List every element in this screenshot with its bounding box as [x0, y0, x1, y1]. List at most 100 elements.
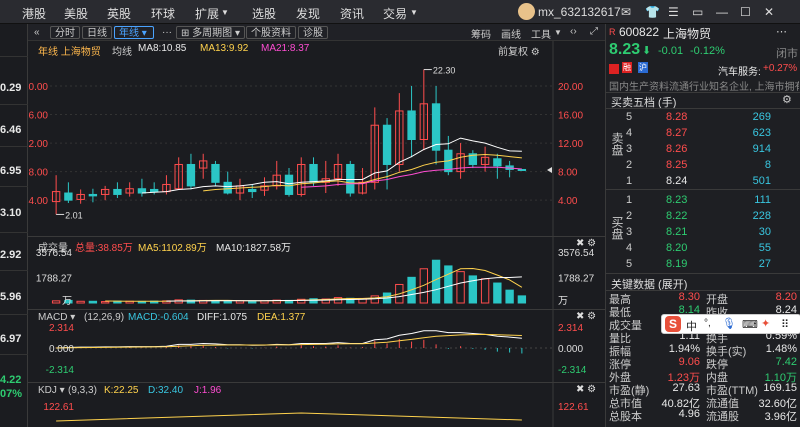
ime-lang[interactable]: 中	[686, 318, 697, 334]
nav-discover[interactable]: 发现	[296, 5, 320, 22]
menu-icon[interactable]: ☰	[668, 5, 679, 19]
diagnose-button[interactable]: 诊股	[298, 26, 328, 39]
mail-icon[interactable]: ✉	[621, 5, 631, 19]
ask-level: 3	[626, 143, 633, 155]
keydata-label: 流通股	[706, 411, 739, 423]
ask-row[interactable]: 1 8.24 501	[606, 173, 800, 189]
candle-body	[64, 192, 73, 201]
bid-price: 8.21	[666, 226, 688, 238]
price-tick-left: 20.00	[28, 82, 48, 93]
close-icon[interactable]: ✕	[764, 5, 774, 19]
candle-body	[150, 188, 159, 193]
bid-volume: 30	[758, 226, 771, 238]
watch-price[interactable]: 4.22	[0, 374, 28, 386]
macd-tick-left: 2.314	[49, 323, 74, 334]
bid-row[interactable]: 3 8.21 30	[606, 224, 800, 240]
ask-volume: 501	[752, 175, 771, 187]
vol-ma10-line	[166, 276, 522, 302]
draw-line-button[interactable]: 画线	[501, 26, 521, 41]
ask-price: 8.28	[666, 111, 688, 123]
minimize-icon[interactable]: —	[716, 5, 728, 19]
ask-price: 8.25	[666, 159, 688, 171]
tab-yearly[interactable]: 年线 ▾	[114, 26, 154, 39]
tab-intraday[interactable]: 分时	[50, 26, 80, 39]
tab-daily[interactable]: 日线	[82, 26, 112, 39]
watch-price[interactable]: 5.96	[0, 291, 28, 303]
ask-row[interactable]: 4 8.27 623	[606, 125, 800, 141]
r-badge: R	[609, 27, 616, 37]
ime-punct[interactable]: °,	[704, 318, 711, 329]
keydata-value: 1.48%	[765, 343, 797, 355]
ask-row[interactable]: 2 8.25 8	[606, 157, 800, 173]
chevron-down-icon[interactable]: ▼	[554, 28, 562, 37]
nav-global[interactable]: 环球	[151, 5, 175, 22]
more-icon[interactable]: ···	[158, 26, 176, 39]
shirt-icon[interactable]: 👕	[645, 5, 660, 19]
expand-icon[interactable]: ⤢	[590, 26, 598, 37]
candle-body	[309, 163, 318, 183]
candle-body	[517, 168, 527, 171]
username[interactable]: mx_632132617	[538, 5, 621, 19]
candle-body	[382, 124, 392, 165]
nav-uk[interactable]: 英股	[107, 5, 131, 22]
ime-toolbar[interactable]: S 中 °, 🎙 ⌨ ✦ ⠿	[661, 314, 800, 334]
collapse-left-icon[interactable]: «	[30, 26, 44, 39]
watchlist-column: 0.29 6.46 6.95 3.10 2.92 5.96 6.97 4.22 …	[0, 24, 28, 427]
bid-row[interactable]: 2 8.22 228	[606, 208, 800, 224]
maximize-icon[interactable]: ☐	[740, 5, 751, 19]
avatar[interactable]	[518, 3, 535, 20]
bid-price: 8.22	[666, 210, 688, 222]
bid-row[interactable]: 1 8.23 111	[606, 192, 800, 208]
watch-price[interactable]: 6.97	[0, 333, 28, 345]
nav-hk[interactable]: 港股	[22, 5, 46, 22]
chevron-down-icon[interactable]: ▼	[410, 8, 418, 17]
bid-row[interactable]: 4 8.20 55	[606, 240, 800, 256]
kdj-tick-right: 122.61	[558, 402, 589, 413]
grid-icon[interactable]: ⠿	[781, 318, 789, 331]
keyboard-icon[interactable]: ⌨	[742, 318, 758, 331]
microphone-icon[interactable]: 🎙	[722, 317, 736, 330]
nav-stock-picker[interactable]: 选股	[252, 5, 276, 22]
price-change: -0.01	[658, 45, 684, 57]
keydata-value: 7.42	[775, 356, 797, 368]
top-navigation: 港股 美股 英股 环球 扩展 ▼ 选股 发现 资讯 交易 ▼ mx_632132…	[0, 0, 800, 24]
nav-trade[interactable]: 交易	[383, 5, 407, 22]
volume-tick-right: 3576.54	[558, 248, 595, 259]
volume-bar	[88, 300, 98, 304]
bid-level: 2	[626, 210, 633, 222]
ask-row[interactable]: 3 8.26 914	[606, 141, 800, 157]
arrow-icon[interactable]: ‹›	[570, 26, 577, 37]
bid-row[interactable]: 5 8.19 27	[606, 256, 800, 272]
nav-us[interactable]: 美股	[64, 5, 88, 22]
macd-tick-right: 0.000	[558, 344, 583, 355]
chips-button[interactable]: 筹码	[471, 26, 491, 41]
stock-chart[interactable]: 22.30 2.01 20.00 20.00 16.00 16.00 12.00 12.00 8…	[28, 41, 605, 427]
ask-volume: 269	[752, 111, 771, 123]
chevron-down-icon[interactable]: ▼	[221, 8, 229, 17]
moving-average-lines	[141, 137, 522, 194]
sector-name[interactable]: 汽车服务:	[718, 63, 761, 78]
watch-price[interactable]: 6.46	[0, 124, 28, 136]
kdj-indicator	[56, 412, 522, 422]
divider	[0, 104, 28, 105]
more-icon[interactable]: ⋯	[776, 25, 787, 38]
watch-price[interactable]: 0.29	[0, 82, 28, 94]
keydata-value: 3.96亿	[764, 411, 797, 423]
watch-price[interactable]: 2.92	[0, 249, 28, 261]
candle-body	[113, 188, 122, 195]
settings-icon[interactable]: ⚙	[782, 93, 792, 106]
screen-icon[interactable]: ▭	[692, 5, 703, 19]
watch-price[interactable]: 6.95	[0, 165, 28, 177]
nav-news[interactable]: 资讯	[340, 5, 364, 22]
watch-price[interactable]: 3.10	[0, 207, 28, 219]
multi-period-button[interactable]: ⊞ 多周期图 ▾	[176, 26, 245, 39]
stock-name: 上海物贸	[663, 27, 712, 41]
ask-row[interactable]: 5 8.28 269	[606, 109, 800, 125]
watch-pct[interactable]: 07%	[0, 388, 28, 400]
divider	[0, 186, 28, 187]
skin-icon[interactable]: ✦	[761, 317, 770, 330]
nav-extend[interactable]: 扩展	[195, 5, 219, 22]
individual-info-button[interactable]: 个股资料	[246, 26, 296, 39]
tools-button[interactable]: 工具	[531, 26, 551, 41]
ime-logo-icon[interactable]: S	[665, 316, 681, 332]
